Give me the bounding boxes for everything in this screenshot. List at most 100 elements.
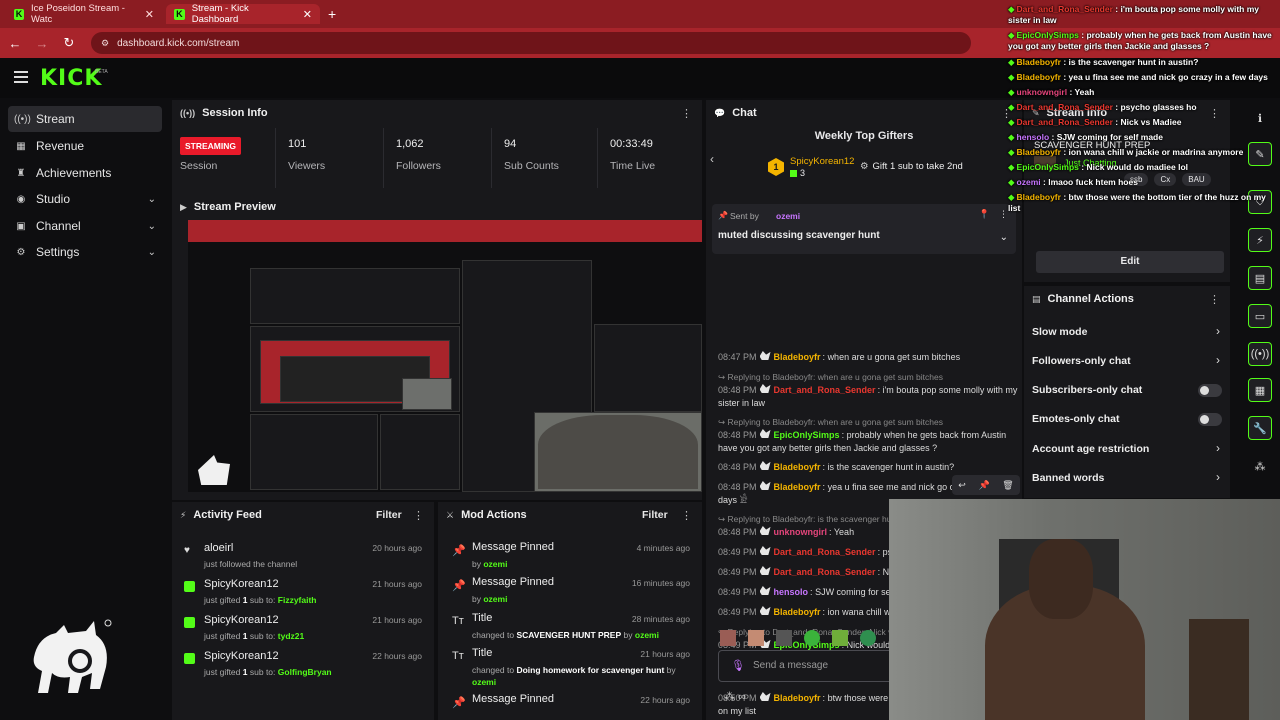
- emote-icon[interactable]: [776, 630, 792, 646]
- chat-message[interactable]: 08:48 PM EpicOnlySimps: probably when he …: [718, 429, 1018, 455]
- activity-user[interactable]: SpicyKorean12: [204, 578, 279, 590]
- sidebar-item-stream[interactable]: ((•)) Stream: [8, 106, 162, 132]
- activity-user[interactable]: aloeirl: [204, 542, 233, 554]
- reply-icon[interactable]: ↩: [958, 480, 966, 491]
- emote-icon[interactable]: [860, 630, 876, 646]
- overlay-chat-line: ◆ EpicOnlySimps : probably when he gets b…: [1008, 30, 1272, 51]
- more-options-icon[interactable]: ⋮: [681, 107, 692, 120]
- stream-preview-video[interactable]: [188, 220, 702, 492]
- slow-mode-row[interactable]: Slow mode ›: [1024, 320, 1230, 348]
- filter-button[interactable]: Filter: [376, 509, 402, 521]
- lightning-icon[interactable]: ⚡: [1248, 228, 1272, 252]
- activity-feed-panel: ⚡ Activity Feed Filter ⋮ ♥ aloeirl just …: [172, 502, 434, 720]
- share-icon[interactable]: ⁂: [1248, 454, 1272, 478]
- stat-followers: 1,062 Followers: [388, 128, 492, 188]
- stat-time-live: 00:33:49 Time Live: [602, 128, 702, 188]
- kick-logo[interactable]: KICK: [40, 66, 102, 91]
- sidebar-item-channel[interactable]: ▣ Channel ⌄: [8, 213, 162, 239]
- status-badge: STREAMING: [180, 137, 241, 155]
- overlay-chat-line: ◆ Bladeboyfr : ion wana chill w jackie or…: [1008, 147, 1244, 157]
- chat-message[interactable]: 08:48 PM Dart_and_Rona_Sender: i'm bouta …: [718, 384, 1018, 410]
- stat-label: Followers: [396, 160, 441, 172]
- activity-user[interactable]: SpicyKorean12: [204, 650, 279, 662]
- microphone-icon[interactable]: 🎙: [731, 659, 745, 672]
- activity-user[interactable]: SpicyKorean12: [204, 614, 279, 626]
- mod-action-title: Message Pinned: [472, 693, 554, 705]
- more-options-icon[interactable]: ⋮: [999, 209, 1008, 220]
- emote-icon[interactable]: [748, 630, 764, 646]
- close-tab-icon[interactable]: ✕: [145, 8, 154, 21]
- emote-icon[interactable]: [804, 630, 820, 646]
- kick-favicon-icon: K: [14, 8, 24, 20]
- reply-context[interactable]: ↪ Replying to Bladeboyfr: when are u gon…: [718, 416, 1018, 429]
- mod-actions-panel: ⚔ Mod Actions Filter ⋮ 📌 Message Pinned …: [438, 502, 702, 720]
- pin-icon[interactable]: 📌: [978, 480, 989, 491]
- chat-message[interactable]: 08:47 PM Bladeboyfr: when are u gona get …: [718, 351, 1018, 364]
- title-icon: Tт: [452, 615, 464, 627]
- emotes-only-toggle[interactable]: [1198, 413, 1222, 426]
- beta-label: BETA: [95, 69, 108, 75]
- edit-button[interactable]: Edit: [1036, 251, 1224, 273]
- emote-icon[interactable]: [832, 630, 848, 646]
- mod-action-time: 16 minutes ago: [631, 578, 690, 588]
- site-settings-icon[interactable]: ⚙: [101, 38, 109, 49]
- more-options-icon[interactable]: ⋮: [413, 509, 424, 522]
- action-label: Account age restriction: [1032, 443, 1150, 455]
- overlay-chat-line: ◆ Bladeboyfr : btw those were the bottom …: [1008, 192, 1266, 213]
- unpin-icon[interactable]: 📍: [979, 209, 990, 220]
- activity-time: 22 hours ago: [372, 651, 422, 661]
- sidebar-item-settings[interactable]: ⚙ Settings ⌄: [8, 239, 162, 265]
- forward-arrow-icon[interactable]: →: [30, 36, 54, 51]
- pinned-message[interactable]: 📌 Sent by ozemi 📍 ⋮ muted discussing sca…: [712, 204, 1016, 254]
- mod-action-time: 22 hours ago: [640, 695, 690, 705]
- panel-header: ▶ Stream Preview: [172, 194, 702, 220]
- emotes-only-row: Emotes-only chat: [1024, 407, 1230, 435]
- delete-icon[interactable]: 🗑: [1002, 480, 1013, 491]
- new-tab-icon[interactable]: +: [328, 6, 336, 22]
- stat-value: 101: [288, 138, 307, 150]
- activity-item: SpicyKorean12 just gifted 1 sub to: tydz…: [172, 612, 432, 646]
- sidebar-item-studio[interactable]: ◉ Studio ⌄: [8, 186, 162, 212]
- chevron-left-icon[interactable]: ‹: [710, 152, 714, 166]
- subscribers-only-toggle[interactable]: [1198, 384, 1222, 397]
- studio-icon: ◉: [16, 193, 26, 205]
- pinned-sender[interactable]: ozemi: [776, 211, 800, 221]
- mod-action-by: changed to SCAVENGER HUNT PREP by ozemi: [472, 630, 659, 640]
- emote-icon[interactable]: [720, 630, 736, 646]
- broadcast-icon[interactable]: ((•)): [1248, 342, 1272, 366]
- browser-tab[interactable]: K Ice Poseidon Stream - Watc ✕: [6, 3, 162, 25]
- back-arrow-icon[interactable]: ←: [3, 36, 27, 51]
- document-icon[interactable]: ▤: [1248, 266, 1272, 290]
- gift-sub-cta[interactable]: ⚙ Gift 1 sub to take 2nd: [860, 161, 963, 172]
- more-options-icon[interactable]: ⋮: [681, 509, 692, 522]
- sidebar-item-label: Achievements: [36, 166, 112, 180]
- chat-bubble-icon[interactable]: ▭: [1248, 304, 1272, 328]
- chat-settings-icon[interactable]: ⁂ ∞: [724, 690, 746, 703]
- filter-button[interactable]: Filter: [642, 509, 668, 521]
- menu-icon[interactable]: [14, 71, 28, 83]
- reply-context[interactable]: ↪ Replying to Bladeboyfr: when are u gon…: [718, 371, 1018, 384]
- action-label: Followers-only chat: [1032, 355, 1131, 367]
- chevron-right-icon: ›: [1216, 324, 1220, 338]
- reload-icon[interactable]: ↻: [57, 35, 81, 51]
- sidebar-item-revenue[interactable]: ▦ Revenue: [8, 133, 162, 159]
- account-age-row[interactable]: Account age restriction ›: [1024, 437, 1230, 465]
- close-tab-icon[interactable]: ✕: [303, 8, 312, 21]
- chevron-down-icon[interactable]: ⌄: [1000, 232, 1008, 243]
- followers-only-row[interactable]: Followers-only chat ›: [1024, 349, 1230, 377]
- heart-icon: ♥: [184, 545, 190, 556]
- overlay-chat-line: ◆ Dart_and_Rona_Sender : psycho glasses h…: [1008, 102, 1197, 112]
- sidebar-item-achievements[interactable]: ♜ Achievements: [8, 160, 162, 186]
- mod-action-title: Message Pinned: [472, 576, 554, 588]
- panel-header: ((•)) Session Info: [172, 100, 702, 126]
- stat-value: 00:33:49: [610, 138, 653, 150]
- browser-tab-active[interactable]: K Stream - Kick Dashboard ✕: [166, 3, 320, 25]
- chat-message[interactable]: 08:48 PM Bladeboyfr: is the scavenger hun…: [718, 461, 1018, 474]
- banned-words-row[interactable]: Banned words ›: [1024, 466, 1230, 494]
- wrench-icon[interactable]: 🔧: [1248, 416, 1272, 440]
- pinned-text: muted discussing scavenger hunt: [718, 230, 880, 241]
- url-field[interactable]: ⚙ dashboard.kick.com/stream: [91, 32, 971, 54]
- chat-message[interactable]: 08:47 PMDart_and_Rona_Sender: nice: [718, 275, 1018, 278]
- layout-icon[interactable]: ▦: [1248, 378, 1272, 402]
- more-options-icon[interactable]: ⋮: [1209, 293, 1220, 306]
